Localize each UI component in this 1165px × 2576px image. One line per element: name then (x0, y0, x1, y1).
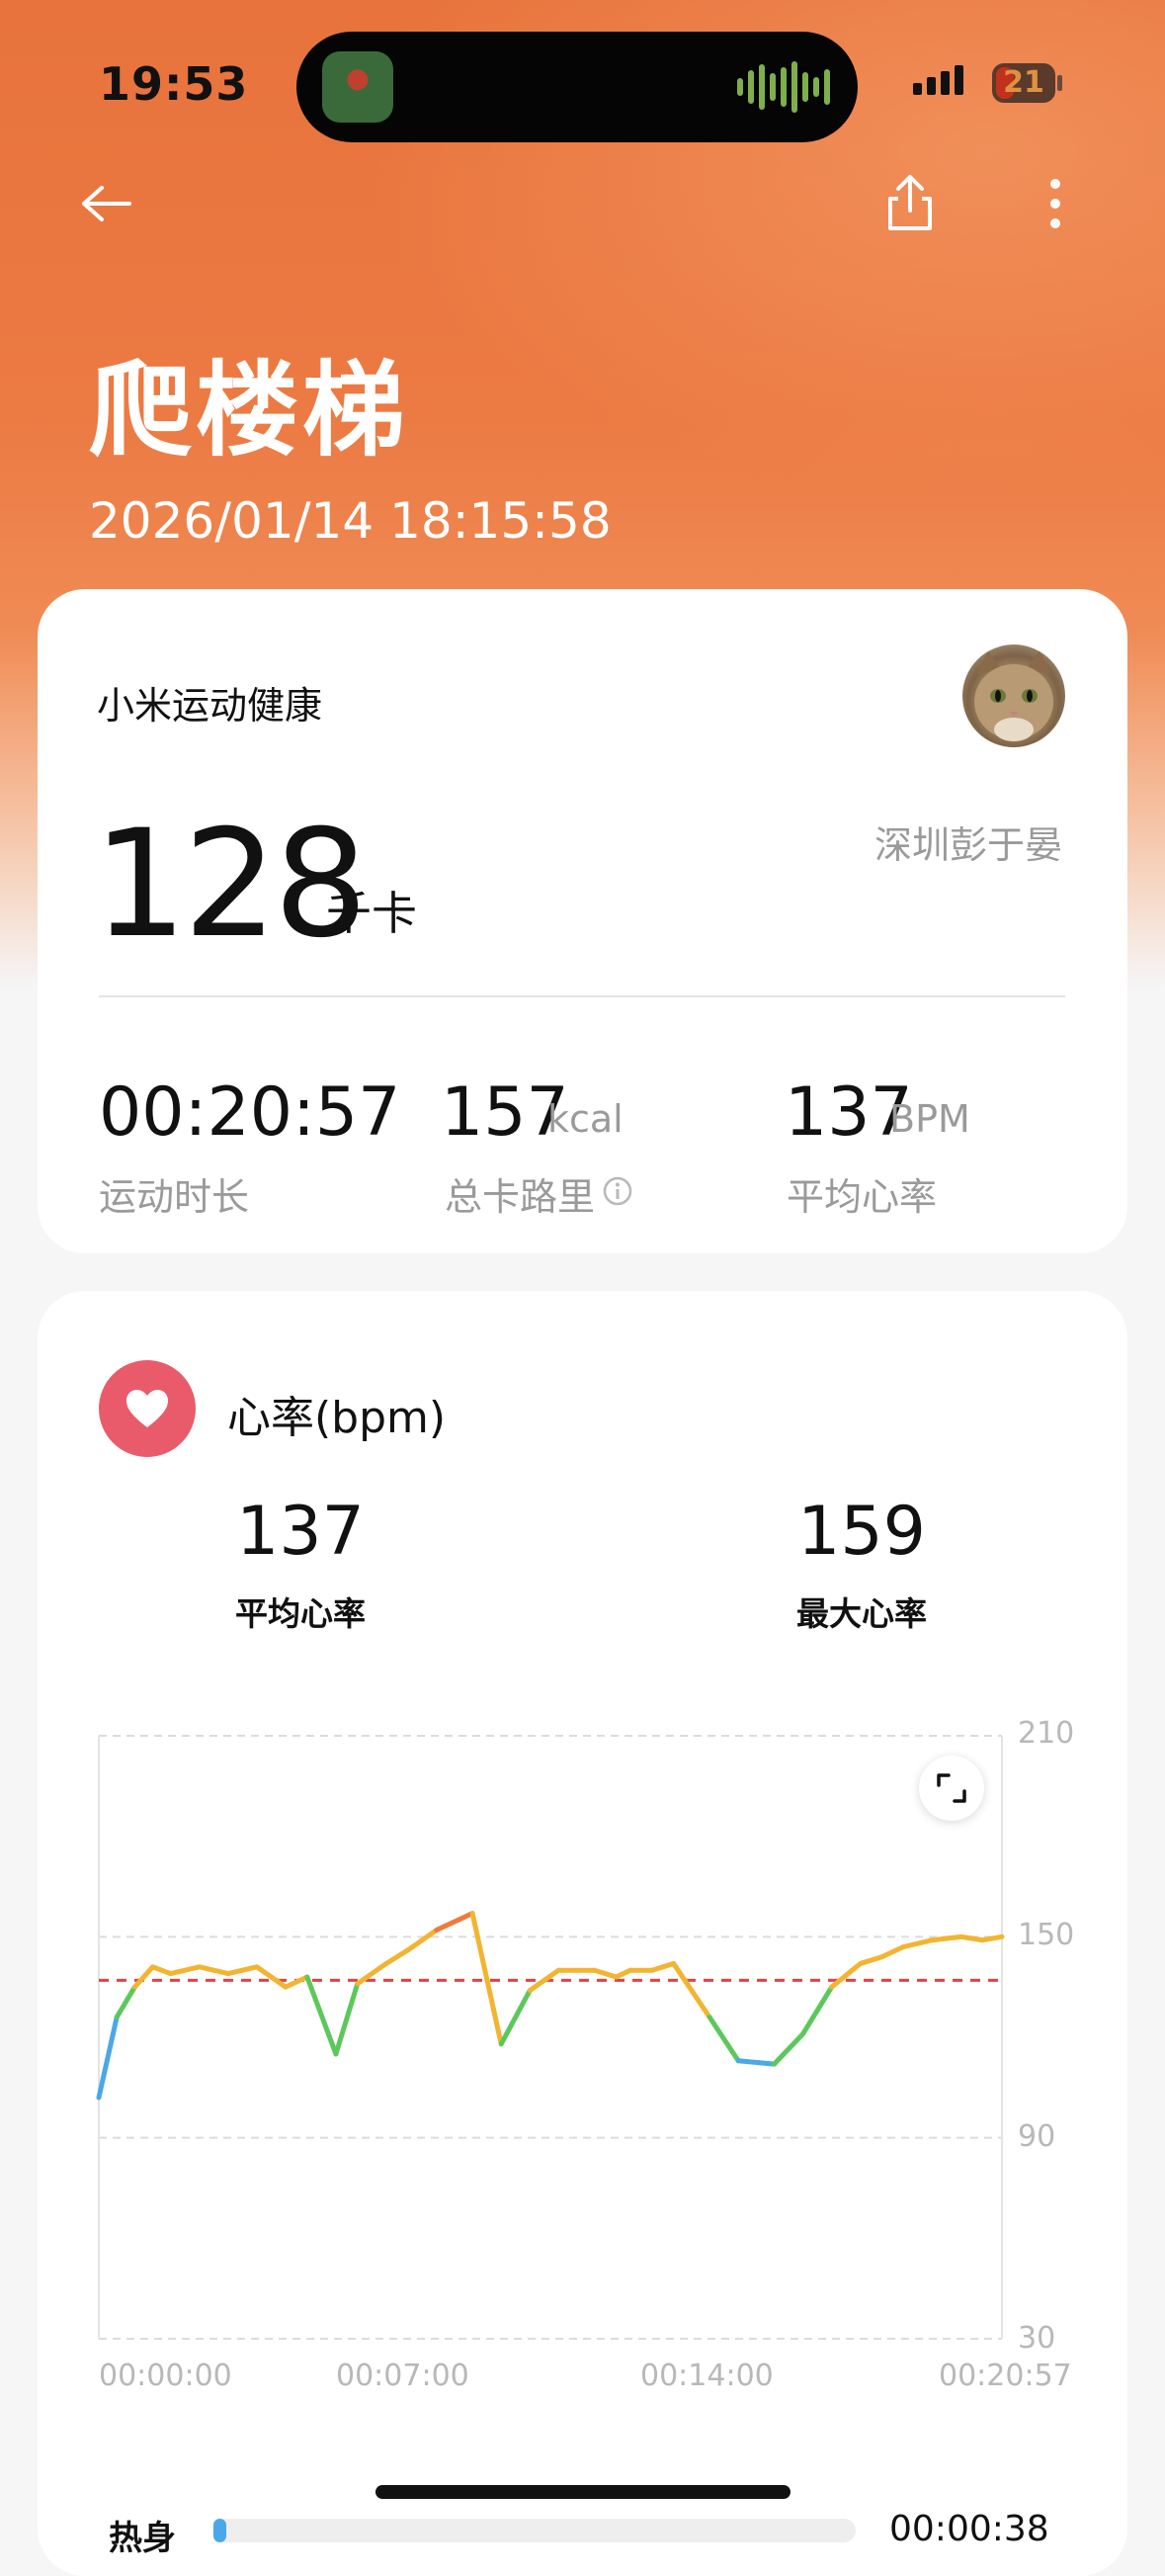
home-indicator[interactable] (375, 2485, 791, 2499)
hr-line-segment (168, 1964, 203, 1977)
zone-time: 00:00:38 (889, 2509, 1049, 2549)
hr-line-segment (707, 2015, 741, 2064)
hr-line-segment (958, 1933, 985, 1943)
hr-line-segment (829, 1960, 864, 1990)
hr-line-segment (592, 1967, 620, 1980)
hr-line-segment (772, 2031, 806, 2067)
x-tick-label: 00:07:00 (336, 2359, 469, 2393)
hr-line-segment (900, 1937, 935, 1949)
hr-line-segment (929, 1933, 964, 1943)
y-tick-label: 90 (1018, 2119, 1056, 2154)
hr-line-segment (114, 1984, 137, 2020)
hr-line-segment (131, 1964, 156, 1990)
hr-line-segment (333, 1981, 361, 2057)
hr-line-segment (405, 1928, 440, 1953)
hr-line-segment (979, 1933, 1005, 1943)
hr-line-segment (649, 1960, 677, 1973)
expand-chart-button[interactable] (919, 1756, 984, 1821)
x-tick-label: 00:20:57 (939, 2359, 1072, 2393)
hr-line-segment (225, 1964, 260, 1977)
hr-line-segment (383, 1947, 411, 1966)
hr-line-segment (858, 1954, 885, 1966)
y-tick-label: 150 (1018, 1918, 1075, 1952)
hr-line-segment (469, 1911, 504, 2047)
hr-line-segment (498, 1988, 533, 2047)
hr-line-segment (150, 1964, 174, 1977)
hr-line-segment (671, 1960, 712, 2020)
x-tick-label: 00:00:00 (99, 2359, 232, 2393)
hr-line-segment (197, 1964, 231, 1977)
y-tick-label: 30 (1018, 2321, 1056, 2356)
hr-line-segment (735, 2058, 778, 2067)
zone-progress-fill (213, 2519, 226, 2542)
hr-line-segment (304, 1974, 339, 2057)
hr-line-segment (283, 1974, 310, 1990)
hr-line-segment (800, 1984, 835, 2037)
expand-icon (937, 1773, 966, 1803)
zone-label: 热身 (109, 2519, 176, 2558)
x-tick-label: 00:14:00 (640, 2359, 774, 2393)
hr-line-segment (434, 1911, 475, 1933)
hr-line-segment (96, 2015, 120, 2101)
hr-line-segment (879, 1944, 906, 1960)
zone-progress-bar (213, 2519, 856, 2542)
heart-rate-chart (96, 1735, 1005, 2340)
hr-line-segment (254, 1964, 289, 1990)
y-tick-label: 210 (1018, 1716, 1075, 1751)
